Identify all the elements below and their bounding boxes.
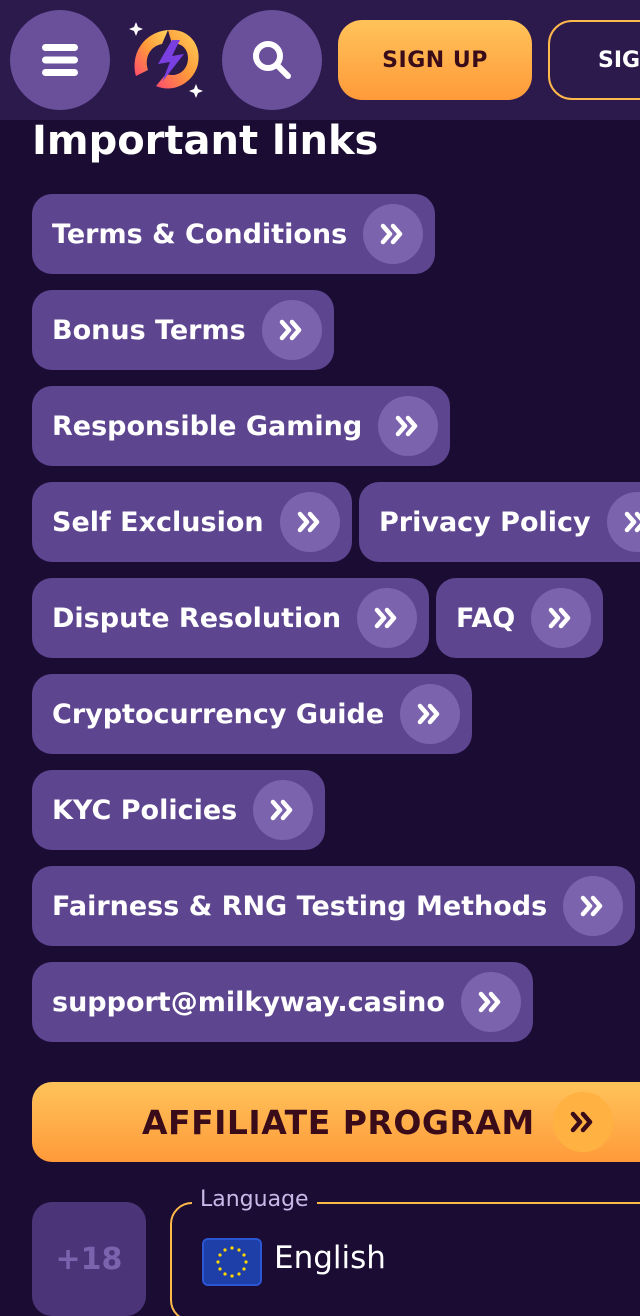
double-chevron-right-icon (531, 588, 592, 648)
link-label: Fairness & RNG Testing Methods (52, 890, 548, 922)
link-label: Cryptocurrency Guide (52, 698, 385, 730)
link-fairness-rng[interactable]: Fairness & RNG Testing Methods (32, 866, 636, 946)
link-label: KYC Policies (52, 794, 238, 826)
link-dispute-resolution[interactable]: Dispute Resolution (32, 578, 430, 658)
search-button[interactable] (222, 10, 322, 110)
double-chevron-right-icon (261, 300, 322, 360)
logo-icon (129, 22, 203, 98)
double-chevron-right-icon (460, 972, 521, 1032)
sign-up-button[interactable]: SIGN UP (338, 20, 532, 100)
language-selector[interactable]: Language English (170, 1187, 640, 1316)
double-chevron-right-icon (357, 588, 418, 648)
link-label: Privacy Policy (379, 506, 591, 538)
affiliate-program-label: AFFILIATE PROGRAM (142, 1102, 535, 1142)
menu-button[interactable] (10, 10, 110, 110)
double-chevron-right-icon (279, 492, 340, 552)
sign-in-button[interactable]: SIGN IN (548, 20, 640, 100)
double-chevron-right-icon (552, 1092, 613, 1152)
link-label: Bonus Terms (52, 314, 246, 346)
affiliate-program-button[interactable]: AFFILIATE PROGRAM (32, 1082, 640, 1162)
link-responsible-gaming[interactable]: Responsible Gaming (32, 386, 451, 466)
milkyway-casino-logo[interactable] (122, 14, 212, 104)
link-label: FAQ (456, 602, 516, 634)
link-bonus-terms[interactable]: Bonus Terms (32, 290, 334, 370)
eu-flag-icon (202, 1238, 262, 1286)
double-chevron-right-icon (363, 204, 424, 264)
link-label: Self Exclusion (52, 506, 264, 538)
double-chevron-right-icon (563, 876, 624, 936)
link-support-email[interactable]: support@milkyway.casino (32, 962, 533, 1042)
link-label: Dispute Resolution (52, 602, 342, 634)
link-label: Terms & Conditions (52, 218, 348, 250)
link-label: Responsible Gaming (52, 410, 363, 442)
link-label: support@milkyway.casino (52, 986, 445, 1018)
language-label: Language (192, 1187, 317, 1212)
link-terms-conditions[interactable]: Terms & Conditions (32, 194, 436, 274)
link-faq[interactable]: FAQ (436, 578, 604, 658)
important-links-title: Important links (32, 118, 379, 164)
link-privacy-policy[interactable]: Privacy Policy (359, 482, 640, 562)
double-chevron-right-icon (378, 396, 439, 456)
double-chevron-right-icon (253, 780, 314, 840)
search-icon (253, 41, 291, 79)
link-cryptocurrency-guide[interactable]: Cryptocurrency Guide (32, 674, 473, 754)
double-chevron-right-icon (400, 684, 461, 744)
link-self-exclusion[interactable]: Self Exclusion (32, 482, 352, 562)
hamburger-menu-icon (42, 44, 78, 76)
double-chevron-right-icon (606, 492, 640, 552)
age-restriction-badge: +18 (32, 1202, 146, 1316)
top-navigation-bar: SIGN UP SIGN IN (0, 0, 640, 120)
link-kyc-policies[interactable]: KYC Policies (32, 770, 326, 850)
language-value: English (274, 1240, 386, 1276)
